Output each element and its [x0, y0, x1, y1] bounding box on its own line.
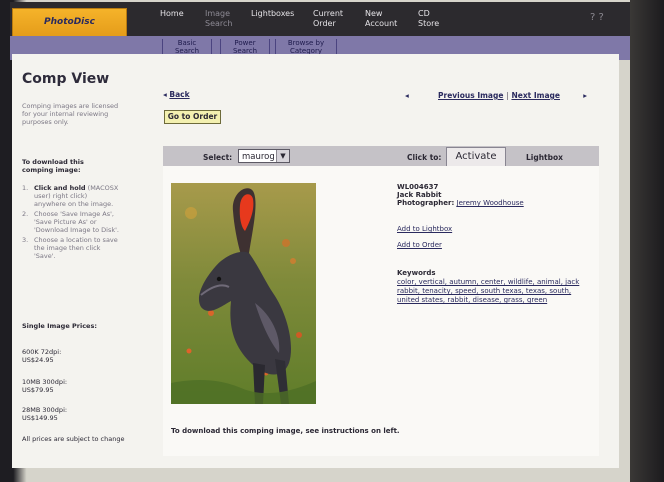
prices-title: Single Image Prices:	[22, 322, 97, 330]
previous-image-link[interactable]: Previous Image	[438, 91, 503, 100]
photographer-label: Photographer:	[397, 199, 455, 207]
dropdown-arrow-icon: ▼	[276, 150, 289, 162]
window-edge	[630, 0, 664, 482]
select-label: Select:	[203, 153, 233, 162]
image-info: WL004637 Jack Rabbit Photographer: Jerem…	[397, 183, 524, 249]
step-1-strong: Click and hold	[34, 184, 86, 192]
price-row: 10MB 300dpi: US$79.95	[22, 378, 68, 394]
page-title: Comp View	[22, 71, 110, 87]
nav-lightboxes[interactable]: Lightboxes	[251, 9, 294, 19]
prev-arrow-icon[interactable]: ◂	[405, 91, 409, 100]
nav-new-account[interactable]: New Account	[365, 9, 401, 29]
price-row: 28MB 300dpi: US$149.95	[22, 406, 68, 422]
nav-image-search[interactable]: Image Search	[205, 9, 235, 29]
next-image-link[interactable]: Next Image	[511, 91, 560, 100]
jack-rabbit-photo[interactable]	[171, 183, 316, 404]
step-3: 3. Choose a location to save the image t…	[22, 236, 120, 260]
add-to-order-link[interactable]: Add to Order	[397, 241, 442, 249]
download-title: To download this comping image:	[22, 158, 84, 174]
step-3-text: Choose a location to save the image then…	[34, 236, 118, 260]
tab-browse-category[interactable]: Browse by Category	[275, 39, 337, 55]
lightbox-link[interactable]: Lightbox	[526, 153, 563, 162]
keywords-label: Keywords	[397, 269, 436, 277]
download-note: To download this comping image, see inst…	[171, 427, 400, 435]
tab-basic-search[interactable]: Basic Search	[162, 39, 212, 55]
photographer-link[interactable]: Jeremy Woodhouse	[457, 199, 524, 207]
next-arrow-icon[interactable]: ▸	[583, 91, 587, 100]
price-note: All prices are subject to change	[22, 435, 125, 443]
download-steps: 1. Click and hold (MACOSX user) right cl…	[22, 184, 120, 260]
lightbox-select[interactable]: maurog ▼	[238, 149, 290, 163]
step-1: 1. Click and hold (MACOSX user) right cl…	[22, 184, 119, 208]
help-icon[interactable]: ? ?	[590, 12, 604, 23]
add-to-lightbox-link[interactable]: Add to Lightbox	[397, 225, 452, 233]
keywords-list[interactable]: color, vertical, autumn, center, wildlif…	[397, 278, 587, 305]
keywords-block: Keywords color, vertical, autumn, center…	[397, 269, 587, 305]
nav-home[interactable]: Home	[160, 9, 184, 19]
back-link[interactable]: ◂ Back	[163, 90, 190, 99]
step-2: 2. Choose 'Save Image As', 'Save Picture…	[22, 210, 119, 234]
go-to-order-button[interactable]: Go to Order	[164, 110, 221, 124]
step-2-text: Choose 'Save Image As', 'Save Picture As…	[34, 210, 119, 234]
activate-button[interactable]: Activate	[446, 147, 506, 167]
image-id: WL004637	[397, 183, 439, 191]
nav-current-order[interactable]: Current Order	[313, 9, 347, 29]
comp-note: Comping images are licensed for your int…	[22, 102, 119, 126]
price-row: 600K 72dpi: US$24.95	[22, 348, 62, 364]
click-to-label: Click to:	[407, 153, 442, 162]
nav-cd-store[interactable]: CD Store	[418, 9, 442, 29]
tab-power-search[interactable]: Power Search	[220, 39, 270, 55]
logo-text: PhotoDisc	[44, 17, 95, 27]
image-navigation: ◂ Previous Image | Next Image ▸	[405, 91, 587, 100]
image-title: Jack Rabbit	[397, 191, 442, 199]
